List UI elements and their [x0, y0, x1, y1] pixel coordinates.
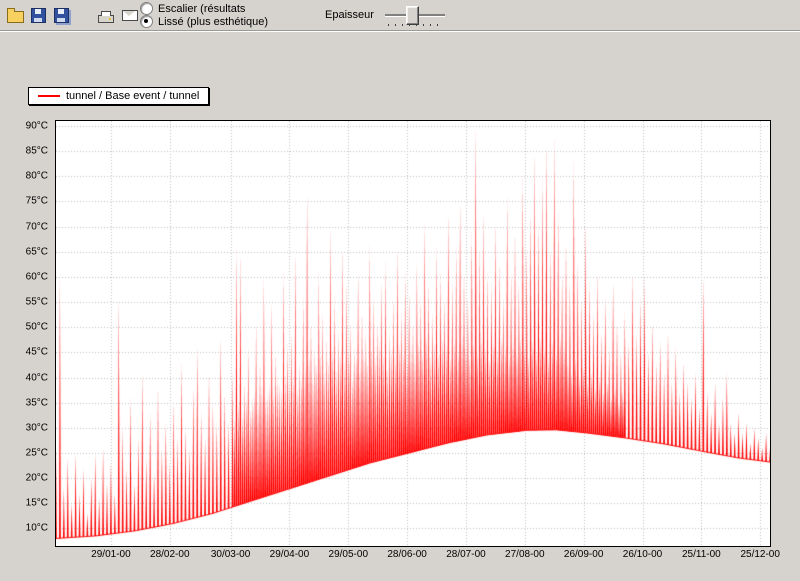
radio-escalier-circle[interactable] — [140, 2, 153, 15]
open-folder-icon — [6, 7, 24, 23]
x-tick-label: 25/12-00 — [740, 549, 780, 560]
slider-ticks — [388, 24, 442, 26]
save-icon — [30, 7, 46, 23]
y-tick-label: 15°C — [25, 497, 48, 509]
save-button[interactable] — [26, 2, 50, 28]
y-tick-label: 55°C — [25, 296, 48, 308]
y-tick-label: 60°C — [25, 271, 48, 283]
save-all-button[interactable] — [49, 2, 73, 28]
thickness-label: Epaisseur — [325, 9, 374, 21]
y-tick-label: 10°C — [25, 522, 48, 534]
plot-area — [55, 120, 771, 547]
chart-canvas — [56, 121, 770, 546]
radio-lisse-label: Lissé (plus esthétique) — [158, 15, 269, 28]
y-axis-labels: 10°C 15°C 20°C 25°C 30°C 35°C 40°C 45°C 50°C 55°C… — [0, 121, 51, 546]
x-tick-label: 27/08-00 — [505, 549, 545, 560]
print-button[interactable] — [94, 2, 118, 28]
y-tick-label: 75°C — [25, 195, 48, 207]
y-tick-label: 30°C — [25, 422, 48, 434]
mail-icon — [122, 9, 138, 21]
open-button[interactable] — [3, 2, 27, 28]
radio-escalier[interactable]: Escalier (résultats — [140, 2, 268, 15]
save-all-icon — [53, 7, 69, 23]
y-tick-label: 90°C — [25, 120, 48, 132]
legend: tunnel / Base event / tunnel — [28, 87, 210, 105]
x-tick-label: 25/11-00 — [681, 549, 721, 560]
x-axis-labels: 29/01-00 28/02-00 30/03-00 29/04-00 29/05-00… — [56, 549, 780, 562]
y-tick-label: 20°C — [25, 472, 48, 484]
x-tick-label: 28/07-00 — [446, 549, 486, 560]
legend-label: tunnel / Base event / tunnel — [66, 90, 200, 102]
radio-lisse[interactable]: Lissé (plus esthétique) — [140, 15, 268, 28]
legend-line-sample — [38, 95, 60, 97]
y-tick-label: 45°C — [25, 346, 48, 358]
radio-escalier-label: Escalier (résultats — [158, 2, 246, 15]
y-tick-label: 65°C — [25, 246, 48, 258]
y-tick-label: 70°C — [25, 221, 48, 233]
slider-thumb[interactable] — [405, 6, 419, 25]
x-tick-label: 30/03-00 — [210, 549, 251, 560]
y-tick-label: 40°C — [25, 372, 48, 383]
y-tick-label: 50°C — [25, 321, 48, 333]
print-icon — [98, 10, 114, 23]
y-tick-label: 80°C — [25, 170, 48, 182]
x-tick-label: 29/04-00 — [269, 549, 310, 560]
x-tick-label: 29/01-00 — [91, 549, 131, 560]
y-tick-label: 35°C — [25, 397, 48, 409]
radio-lisse-circle[interactable] — [140, 15, 153, 28]
mail-button[interactable] — [118, 2, 142, 28]
x-tick-label: 26/10-00 — [622, 549, 663, 560]
x-tick-label: 26/09-00 — [563, 549, 604, 560]
x-tick-label: 28/06-00 — [387, 549, 427, 560]
y-tick-label: 85°C — [25, 145, 48, 157]
x-tick-label: 29/05-00 — [328, 549, 369, 560]
toolbar: Escalier (résultats Lissé (plus esthétiq… — [0, 0, 800, 31]
app-window: Escalier (résultats Lissé (plus esthétiq… — [0, 0, 800, 581]
y-tick-label: 25°C — [25, 447, 48, 459]
display-mode-group: Escalier (résultats Lissé (plus esthétiq… — [140, 2, 268, 28]
x-tick-label: 28/02-00 — [150, 549, 190, 560]
thickness-slider[interactable] — [384, 3, 446, 28]
